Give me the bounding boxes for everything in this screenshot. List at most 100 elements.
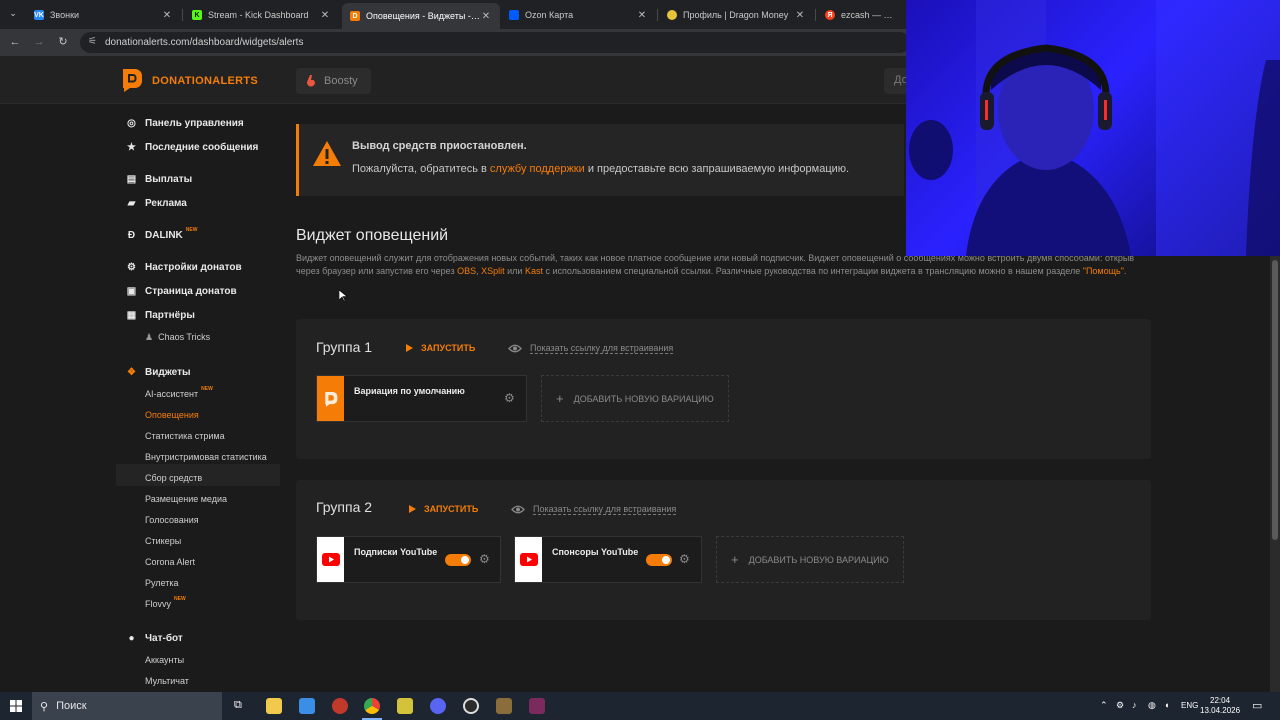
tray-app-icon[interactable]: ⚙ <box>1116 700 1124 711</box>
launch-button[interactable]: ЗАПУСТИТЬ <box>406 343 475 353</box>
gear-icon[interactable]: ⚙ <box>479 553 491 565</box>
sidebar-item-ads[interactable]: ▰ Реклама <box>126 194 187 212</box>
sidebar-sub-corona-alert[interactable]: Corona Alert <box>145 555 195 569</box>
variation-toggle[interactable] <box>445 554 471 566</box>
show-embed-link[interactable]: Показать ссылку для встраивания <box>508 343 674 354</box>
variation-card[interactable]: Спонсоры YouTube ⚙ <box>514 536 702 583</box>
sidebar-item-chatbot[interactable]: ● Чат-бот <box>126 629 182 647</box>
sidebar-item-payouts[interactable]: ▤ Выплаты <box>126 170 192 188</box>
warning-text: Пожалуйста, обратитесь в службу поддержк… <box>352 163 850 175</box>
boosty-icon <box>306 75 316 87</box>
language-indicator[interactable]: ENG <box>1181 701 1198 710</box>
close-icon[interactable]: ✕ <box>480 11 492 22</box>
show-embed-link[interactable]: Показать ссылку для встраивания <box>511 504 677 515</box>
new-badge: NEW <box>174 596 186 602</box>
close-icon[interactable]: ✕ <box>319 10 331 21</box>
network-icon[interactable]: ◍ <box>1148 700 1156 711</box>
donationalerts-icon: D <box>350 11 360 21</box>
partners-icon: ▦ <box>126 309 137 321</box>
page-scrollbar[interactable] <box>1270 256 1280 692</box>
site-info-icon[interactable]: ⚟ <box>88 36 97 47</box>
winrar-icon[interactable] <box>529 698 545 714</box>
tab-search-chevron-icon[interactable]: ⌄ <box>6 8 20 22</box>
sidebar-sub-ai-assistant[interactable]: AI-ассистент NEW <box>145 386 213 401</box>
variation-toggle[interactable] <box>646 554 672 566</box>
task-view-icon[interactable]: ⧉ <box>234 699 242 712</box>
tab-donationalerts[interactable]: D Оповещения - Виджеты - Don ✕ <box>342 3 500 29</box>
yandex-icon: Я <box>825 10 835 20</box>
app-image-icon[interactable] <box>496 698 512 714</box>
brand-name[interactable]: DONATIONALERTS <box>152 75 258 87</box>
file-explorer-icon[interactable] <box>266 698 282 714</box>
tray-chevron-icon[interactable]: ⌃ <box>1100 700 1108 711</box>
microphone-icon[interactable]: ♪ <box>1132 700 1137 710</box>
sidebar-item-widgets[interactable]: ❖ Виджеты <box>126 363 191 381</box>
play-icon <box>406 344 413 352</box>
store-icon[interactable] <box>299 698 315 714</box>
warning-title: Вывод средств приостановлен. <box>352 140 527 152</box>
variation-card[interactable]: Подписки YouTube ⚙ <box>316 536 501 583</box>
close-icon[interactable]: ✕ <box>636 10 648 21</box>
sidebar-sub-stickers[interactable]: Стикеры <box>145 534 181 548</box>
obs-icon[interactable] <box>463 698 479 714</box>
discord-icon[interactable] <box>430 698 446 714</box>
help-link[interactable]: "Помощь" <box>1083 266 1124 276</box>
page-title: Виджет оповещений <box>296 227 449 244</box>
sidebar-sub-multichat[interactable]: Мультичат <box>145 674 189 688</box>
ads-icon: ▰ <box>127 197 136 209</box>
add-variation-button[interactable]: + ДОБАВИТЬ НОВУЮ ВАРИАЦИЮ <box>716 536 904 583</box>
volume-icon[interactable]: ◖ <box>1164 700 1169 710</box>
sidebar-sub-fundraising[interactable]: Сбор средств <box>145 471 202 485</box>
kast-link[interactable]: Kast <box>525 266 543 276</box>
sidebar-item-donation-page[interactable]: ▣ Страница донатов <box>126 282 237 300</box>
close-icon[interactable]: ✕ <box>161 10 173 21</box>
sidebar-sub-media[interactable]: Размещение медиа <box>145 492 227 506</box>
gear-icon[interactable]: ⚙ <box>679 553 691 565</box>
tab-kick[interactable]: K Stream - Kick Dashboard ✕ <box>184 4 339 26</box>
launch-button[interactable]: ЗАПУСТИТЬ <box>409 504 478 514</box>
sidebar-sub-polls[interactable]: Голосования <box>145 513 199 527</box>
plus-icon: + <box>731 552 739 567</box>
support-link[interactable]: службу поддержки <box>490 163 585 175</box>
reload-icon[interactable]: ↻ <box>56 35 70 49</box>
tab-ozon[interactable]: Ozon Карта ✕ <box>501 4 656 26</box>
sidebar-item-dalink[interactable]: Ð DALINK NEW <box>126 226 198 244</box>
obs-link[interactable]: OBS <box>457 266 476 276</box>
sidebar-sub-roulette[interactable]: Рулетка <box>145 576 179 590</box>
taskbar-search-box[interactable]: ⚲ Поиск <box>32 692 222 720</box>
omnibox[interactable]: ⚟ donationalerts.com/dashboard/widgets/a… <box>80 32 910 53</box>
sidebar-sub-instream-stats[interactable]: Внутристримовая статистика <box>145 450 267 464</box>
scrollbar-thumb[interactable] <box>1272 260 1278 540</box>
forward-arrow-icon[interactable]: → <box>32 35 46 49</box>
sidebar-sub-accounts[interactable]: Аккаунты <box>145 653 184 667</box>
windows-start-icon[interactable] <box>10 700 22 712</box>
sidebar-item-partners[interactable]: ▦ Партнёры <box>126 306 195 324</box>
sidebar-item-recent-messages[interactable]: ★ Последние сообщения <box>126 138 258 156</box>
donationalerts-logo-icon[interactable] <box>121 68 143 92</box>
close-icon[interactable]: ✕ <box>794 10 806 21</box>
variation-name: Вариация по умолчанию <box>354 386 465 396</box>
gear-icon[interactable]: ⚙ <box>504 392 516 404</box>
add-variation-button[interactable]: + ДОБАВИТЬ НОВУЮ ВАРИАЦИЮ <box>541 375 729 422</box>
app-red-icon[interactable] <box>332 698 348 714</box>
kick-icon: K <box>192 10 202 20</box>
sidebar-sub-chaos-tricks[interactable]: ♟ Chaos Tricks <box>145 330 210 344</box>
sidebar-item-dashboard[interactable]: ◎ Панель управления <box>126 114 244 132</box>
tab-yandex[interactable]: Я ezcash — Яндекс <box>817 4 907 26</box>
sidebar-item-donation-settings[interactable]: ⚙ Настройки донатов <box>126 258 242 276</box>
taskbar-clock[interactable]: 22:04 13.04.2026 <box>1200 696 1240 716</box>
app-yellow-icon[interactable] <box>397 698 413 714</box>
widgets-icon: ❖ <box>127 366 136 378</box>
dashboard-icon: ◎ <box>127 117 136 129</box>
tab-dragon-money[interactable]: Профиль | Dragon Money ✕ <box>659 4 814 26</box>
notifications-icon[interactable]: ▭ <box>1252 699 1262 712</box>
boosty-button[interactable]: Boosty <box>296 68 371 94</box>
chrome-icon[interactable] <box>364 698 380 714</box>
back-arrow-icon[interactable]: ← <box>8 35 22 49</box>
sidebar-sub-flovvy[interactable]: Flovvy NEW <box>145 596 186 611</box>
variation-card[interactable]: Вариация по умолчанию ⚙ <box>316 375 527 422</box>
sidebar-sub-alerts[interactable]: Оповещения <box>145 408 199 422</box>
sidebar-sub-stream-stats[interactable]: Статистика стрима <box>145 429 225 443</box>
xsplit-link[interactable]: XSplit <box>481 266 505 276</box>
tab-vk[interactable]: VK Звонки ✕ <box>26 4 181 26</box>
